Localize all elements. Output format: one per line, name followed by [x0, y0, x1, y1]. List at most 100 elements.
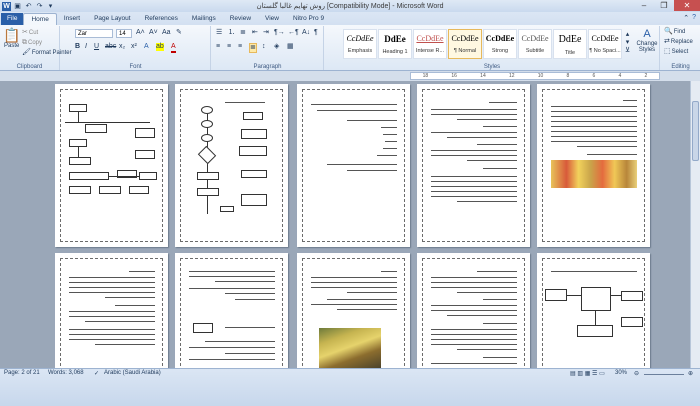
highlight-button[interactable]: ab	[156, 43, 164, 51]
style-heading-1[interactable]: DdEe Heading 1	[378, 29, 412, 59]
scroll-thumb[interactable]	[692, 101, 699, 161]
bullets-button[interactable]: ☰	[216, 29, 222, 37]
bold-button[interactable]: B	[75, 43, 80, 51]
shrink-font-button[interactable]: A˅	[149, 29, 158, 37]
print-layout-icon[interactable]: ▤	[570, 371, 576, 377]
web-layout-icon[interactable]: ▦	[585, 371, 591, 377]
zoom-in-icon[interactable]: ⊕	[688, 370, 693, 377]
outline-icon[interactable]: ☰	[592, 371, 597, 377]
text-line	[225, 327, 275, 329]
multilevel-list-button[interactable]: ≣	[240, 29, 246, 37]
subscript-button[interactable]: x₂	[119, 43, 125, 51]
grow-font-button[interactable]: A˄	[136, 29, 145, 37]
paste-button[interactable]: 📋 Paste	[3, 28, 20, 49]
minimize-ribbon-icon[interactable]: ⌃	[683, 14, 689, 22]
sort-button[interactable]: A↓	[302, 29, 310, 37]
full-screen-icon[interactable]: ▥	[577, 371, 583, 377]
borders-button[interactable]: ▦	[287, 43, 294, 51]
document-page[interactable]	[55, 84, 168, 247]
text-line	[457, 119, 517, 121]
page-count[interactable]: Page: 2 of 21	[4, 370, 40, 376]
text-line	[311, 282, 397, 284]
styles-scroll[interactable]: ▴ ▾ ⊻	[625, 31, 630, 54]
style-strong[interactable]: CcDdEe Strong	[483, 29, 517, 59]
font-name-box[interactable]: Zar	[75, 29, 113, 38]
restore-button[interactable]: ❐	[654, 0, 674, 11]
font-color-button[interactable]: A	[171, 43, 176, 53]
vertical-scrollbar[interactable]	[690, 81, 700, 368]
clear-formatting-button[interactable]: ✎	[176, 29, 182, 37]
document-page[interactable]	[297, 84, 410, 247]
italic-button[interactable]: I	[85, 43, 87, 51]
style-emphasis[interactable]: CcDdEe Emphasis	[343, 29, 377, 59]
copy-button[interactable]: ⧉ Copy	[22, 39, 42, 47]
text-line	[337, 309, 397, 311]
font-size-box[interactable]: 14	[116, 29, 132, 38]
diagram-connector	[595, 311, 596, 325]
document-page[interactable]	[297, 253, 410, 368]
replace-button[interactable]: ⇄ Replace	[664, 38, 693, 46]
minimize-button[interactable]: –	[634, 0, 654, 11]
tab-review[interactable]: Review	[223, 13, 258, 25]
document-page[interactable]	[55, 253, 168, 368]
select-button[interactable]: ⬚ Select	[664, 48, 688, 56]
change-styles-button[interactable]: A Change Styles	[635, 28, 659, 53]
tab-file[interactable]: File	[1, 13, 24, 25]
change-case-button[interactable]: Aa	[162, 29, 171, 37]
line-spacing-button[interactable]: ↕	[262, 43, 266, 51]
style-normal[interactable]: CcDdEe ¶ Normal	[448, 29, 482, 59]
document-page[interactable]	[537, 253, 650, 368]
help-icon[interactable]: ?	[692, 14, 696, 22]
style-intense-reference[interactable]: CcDdEe Intense R...	[413, 29, 447, 59]
text-effects-button[interactable]: A	[144, 43, 149, 51]
style-subtitle[interactable]: CcDdEe Subtitle	[518, 29, 552, 59]
align-right-button[interactable]: ≡	[238, 43, 242, 51]
tab-page-layout[interactable]: Page Layout	[87, 13, 138, 25]
borders-icon: ▦	[287, 43, 294, 50]
close-button[interactable]: ✕	[674, 0, 700, 11]
tab-references[interactable]: References	[138, 13, 185, 25]
tab-view[interactable]: View	[258, 13, 286, 25]
align-left-button[interactable]: ≡	[216, 43, 220, 51]
rtl-button[interactable]: ←¶	[288, 29, 299, 37]
document-page[interactable]	[175, 84, 288, 247]
ltr-button[interactable]: ¶→	[274, 29, 285, 37]
align-center-button[interactable]: ≡	[227, 43, 231, 51]
tab-home[interactable]: Home	[23, 13, 57, 25]
language-indicator[interactable]: Arabic (Saudi Arabia)	[104, 370, 161, 376]
document-page[interactable]	[537, 84, 650, 247]
text-line	[215, 281, 275, 283]
zoom-slider[interactable]	[644, 374, 684, 375]
style-no-spacing[interactable]: CcDdEe ¶ No Spaci...	[588, 29, 622, 59]
document-workspace[interactable]	[0, 81, 690, 368]
text-line	[431, 196, 517, 198]
underline-button[interactable]: U	[94, 43, 99, 51]
strikethrough-button[interactable]: abc	[105, 43, 116, 51]
text-line	[431, 114, 517, 116]
cut-button[interactable]: ✂ Cut	[22, 29, 38, 37]
zoom-level[interactable]: 30%	[615, 370, 627, 376]
draft-icon[interactable]: ▭	[599, 371, 605, 377]
shading-button[interactable]: ◈	[274, 43, 279, 51]
find-button[interactable]: 🔍 Find	[664, 28, 685, 36]
zoom-out-icon[interactable]: ⊖	[634, 370, 639, 377]
numbering-button[interactable]: ⒈	[228, 29, 235, 37]
tab-insert[interactable]: Insert	[57, 13, 87, 25]
flowchart-box	[69, 104, 87, 112]
decrease-indent-button[interactable]: ⇤	[252, 29, 258, 37]
document-page[interactable]	[175, 253, 288, 368]
tab-mailings[interactable]: Mailings	[185, 13, 223, 25]
tab-nitro[interactable]: Nitro Pro 9	[286, 13, 331, 25]
spelling-icon[interactable]: ✓	[94, 370, 99, 377]
document-page[interactable]	[417, 253, 530, 368]
word-count[interactable]: Words: 3,068	[48, 370, 84, 376]
line-spacing-icon: ↕	[262, 43, 266, 50]
increase-indent-button[interactable]: ⇥	[263, 29, 269, 37]
horizontal-ruler[interactable]: 18 16 14 12 10 8 6 4 2	[410, 72, 660, 80]
superscript-button[interactable]: x²	[131, 43, 137, 51]
highlighter-icon: ab	[156, 43, 164, 51]
style-title[interactable]: DdEe Title	[553, 29, 587, 59]
justify-button[interactable]: ≣	[249, 43, 257, 53]
show-marks-button[interactable]: ¶	[314, 29, 318, 37]
document-page[interactable]	[417, 84, 530, 247]
